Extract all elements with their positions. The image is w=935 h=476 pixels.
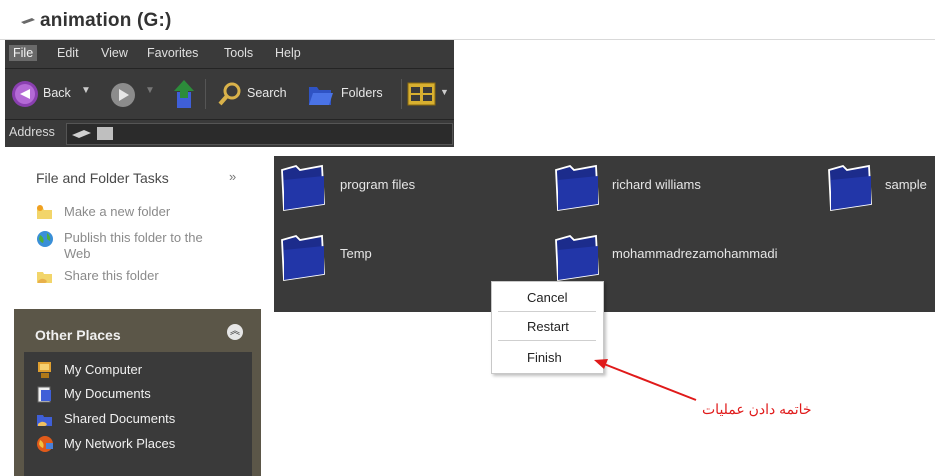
views-button[interactable]: ▼ xyxy=(407,81,451,107)
collapse-up-icon[interactable]: ︽ xyxy=(227,324,243,340)
folders-button[interactable]: Folders xyxy=(307,77,395,111)
back-label: Back xyxy=(43,86,71,100)
place-my-computer[interactable]: My Computer xyxy=(36,361,236,379)
context-menu: Cancel Restart Finish xyxy=(491,281,604,374)
task-share-folder[interactable]: Share this folder xyxy=(36,267,246,285)
address-bar: Address xyxy=(5,120,454,147)
folder-item[interactable]: Temp xyxy=(278,230,438,284)
folder-item[interactable]: program files xyxy=(278,160,438,214)
task-publish-folder[interactable]: Publish this folder to the Web xyxy=(36,229,246,263)
menu-help[interactable]: Help xyxy=(271,45,305,61)
folder-item[interactable]: mohammadrezamohammadi xyxy=(552,230,792,284)
annotation-label: خاتمه دادن عملیات xyxy=(702,401,812,417)
folder-icon xyxy=(281,164,325,212)
folder-label: mohammadrezamohammadi xyxy=(612,246,778,261)
task-share-folder-label: Share this folder xyxy=(64,268,159,283)
forward-dropdown-icon[interactable]: ▼ xyxy=(145,85,155,96)
other-places-heading: Other Places xyxy=(35,327,121,343)
place-my-network-places[interactable]: My Network Places xyxy=(36,435,236,453)
place-my-computer-label: My Computer xyxy=(64,362,143,377)
folder-icon xyxy=(828,164,872,212)
folders-icon xyxy=(309,87,333,105)
address-input[interactable] xyxy=(66,123,453,145)
folder-label: program files xyxy=(340,177,416,192)
shared-documents-icon xyxy=(37,415,52,426)
back-arrow-icon xyxy=(12,81,38,107)
place-my-documents[interactable]: My Documents xyxy=(36,385,236,403)
task-make-new-folder[interactable]: Make a new folder xyxy=(36,203,246,221)
views-dropdown-icon: ▼ xyxy=(440,87,449,97)
place-my-documents-label: My Documents xyxy=(64,386,151,401)
address-label: Address xyxy=(9,125,55,139)
place-shared-documents[interactable]: Shared Documents xyxy=(36,410,236,428)
new-folder-icon xyxy=(37,205,52,219)
task-publish-folder-label: Publish this folder to the Web xyxy=(64,230,203,261)
chevron-down-icon[interactable]: ▼ xyxy=(81,85,91,96)
search-label: Search xyxy=(247,86,287,100)
folder-label: sample xyxy=(885,177,927,192)
menu-bar: File Edit View Favorites Tools Help xyxy=(5,40,454,69)
network-places-icon xyxy=(37,436,53,452)
drive-icon xyxy=(21,18,35,24)
place-shared-documents-label: Shared Documents xyxy=(64,411,176,426)
file-folder-tasks-heading: File and Folder Tasks xyxy=(36,170,169,186)
my-computer-icon xyxy=(38,362,51,378)
context-menu-cancel[interactable]: Cancel xyxy=(527,290,567,305)
window-title: animation (G:) xyxy=(40,10,172,31)
views-icon xyxy=(407,82,436,106)
folders-label: Folders xyxy=(341,86,383,100)
context-menu-separator xyxy=(498,340,596,341)
drive-icon xyxy=(72,130,91,138)
menu-edit[interactable]: Edit xyxy=(53,45,83,61)
share-folder-icon xyxy=(37,272,52,283)
back-button[interactable]: Back ▼ xyxy=(9,77,93,111)
globe-icon xyxy=(37,231,53,247)
context-menu-finish[interactable]: Finish xyxy=(527,350,562,365)
collapse-icon[interactable]: » xyxy=(229,169,236,184)
place-my-network-places-label: My Network Places xyxy=(64,436,176,451)
task-make-new-folder-label: Make a new folder xyxy=(64,204,171,219)
folder-icon xyxy=(281,234,325,282)
menu-view[interactable]: View xyxy=(97,45,132,61)
context-menu-separator xyxy=(498,311,596,312)
folder-icon xyxy=(555,164,599,212)
up-folder-icon[interactable] xyxy=(171,78,197,110)
menu-favorites[interactable]: Favorites xyxy=(143,45,202,61)
search-button[interactable]: Search xyxy=(215,77,301,111)
folder-item[interactable]: richard williams xyxy=(552,160,722,214)
my-documents-icon xyxy=(37,386,51,403)
annotation-arrow-icon xyxy=(594,359,697,401)
folder-item[interactable]: sample xyxy=(825,160,931,214)
folder-label: richard williams xyxy=(612,177,701,192)
toolbar: Back ▼ ▼ Search Folders ▼ xyxy=(5,69,454,120)
toolbar-separator xyxy=(205,79,206,109)
folder-label: Temp xyxy=(340,246,372,261)
forward-arrow-icon[interactable] xyxy=(109,81,137,109)
menu-file[interactable]: File xyxy=(9,45,38,61)
menu-tools[interactable]: Tools xyxy=(220,45,257,61)
search-icon xyxy=(218,82,241,106)
address-thumbnail xyxy=(97,127,113,140)
toolbar-separator xyxy=(401,79,402,109)
folder-icon xyxy=(555,234,599,282)
context-menu-restart[interactable]: Restart xyxy=(527,319,569,334)
